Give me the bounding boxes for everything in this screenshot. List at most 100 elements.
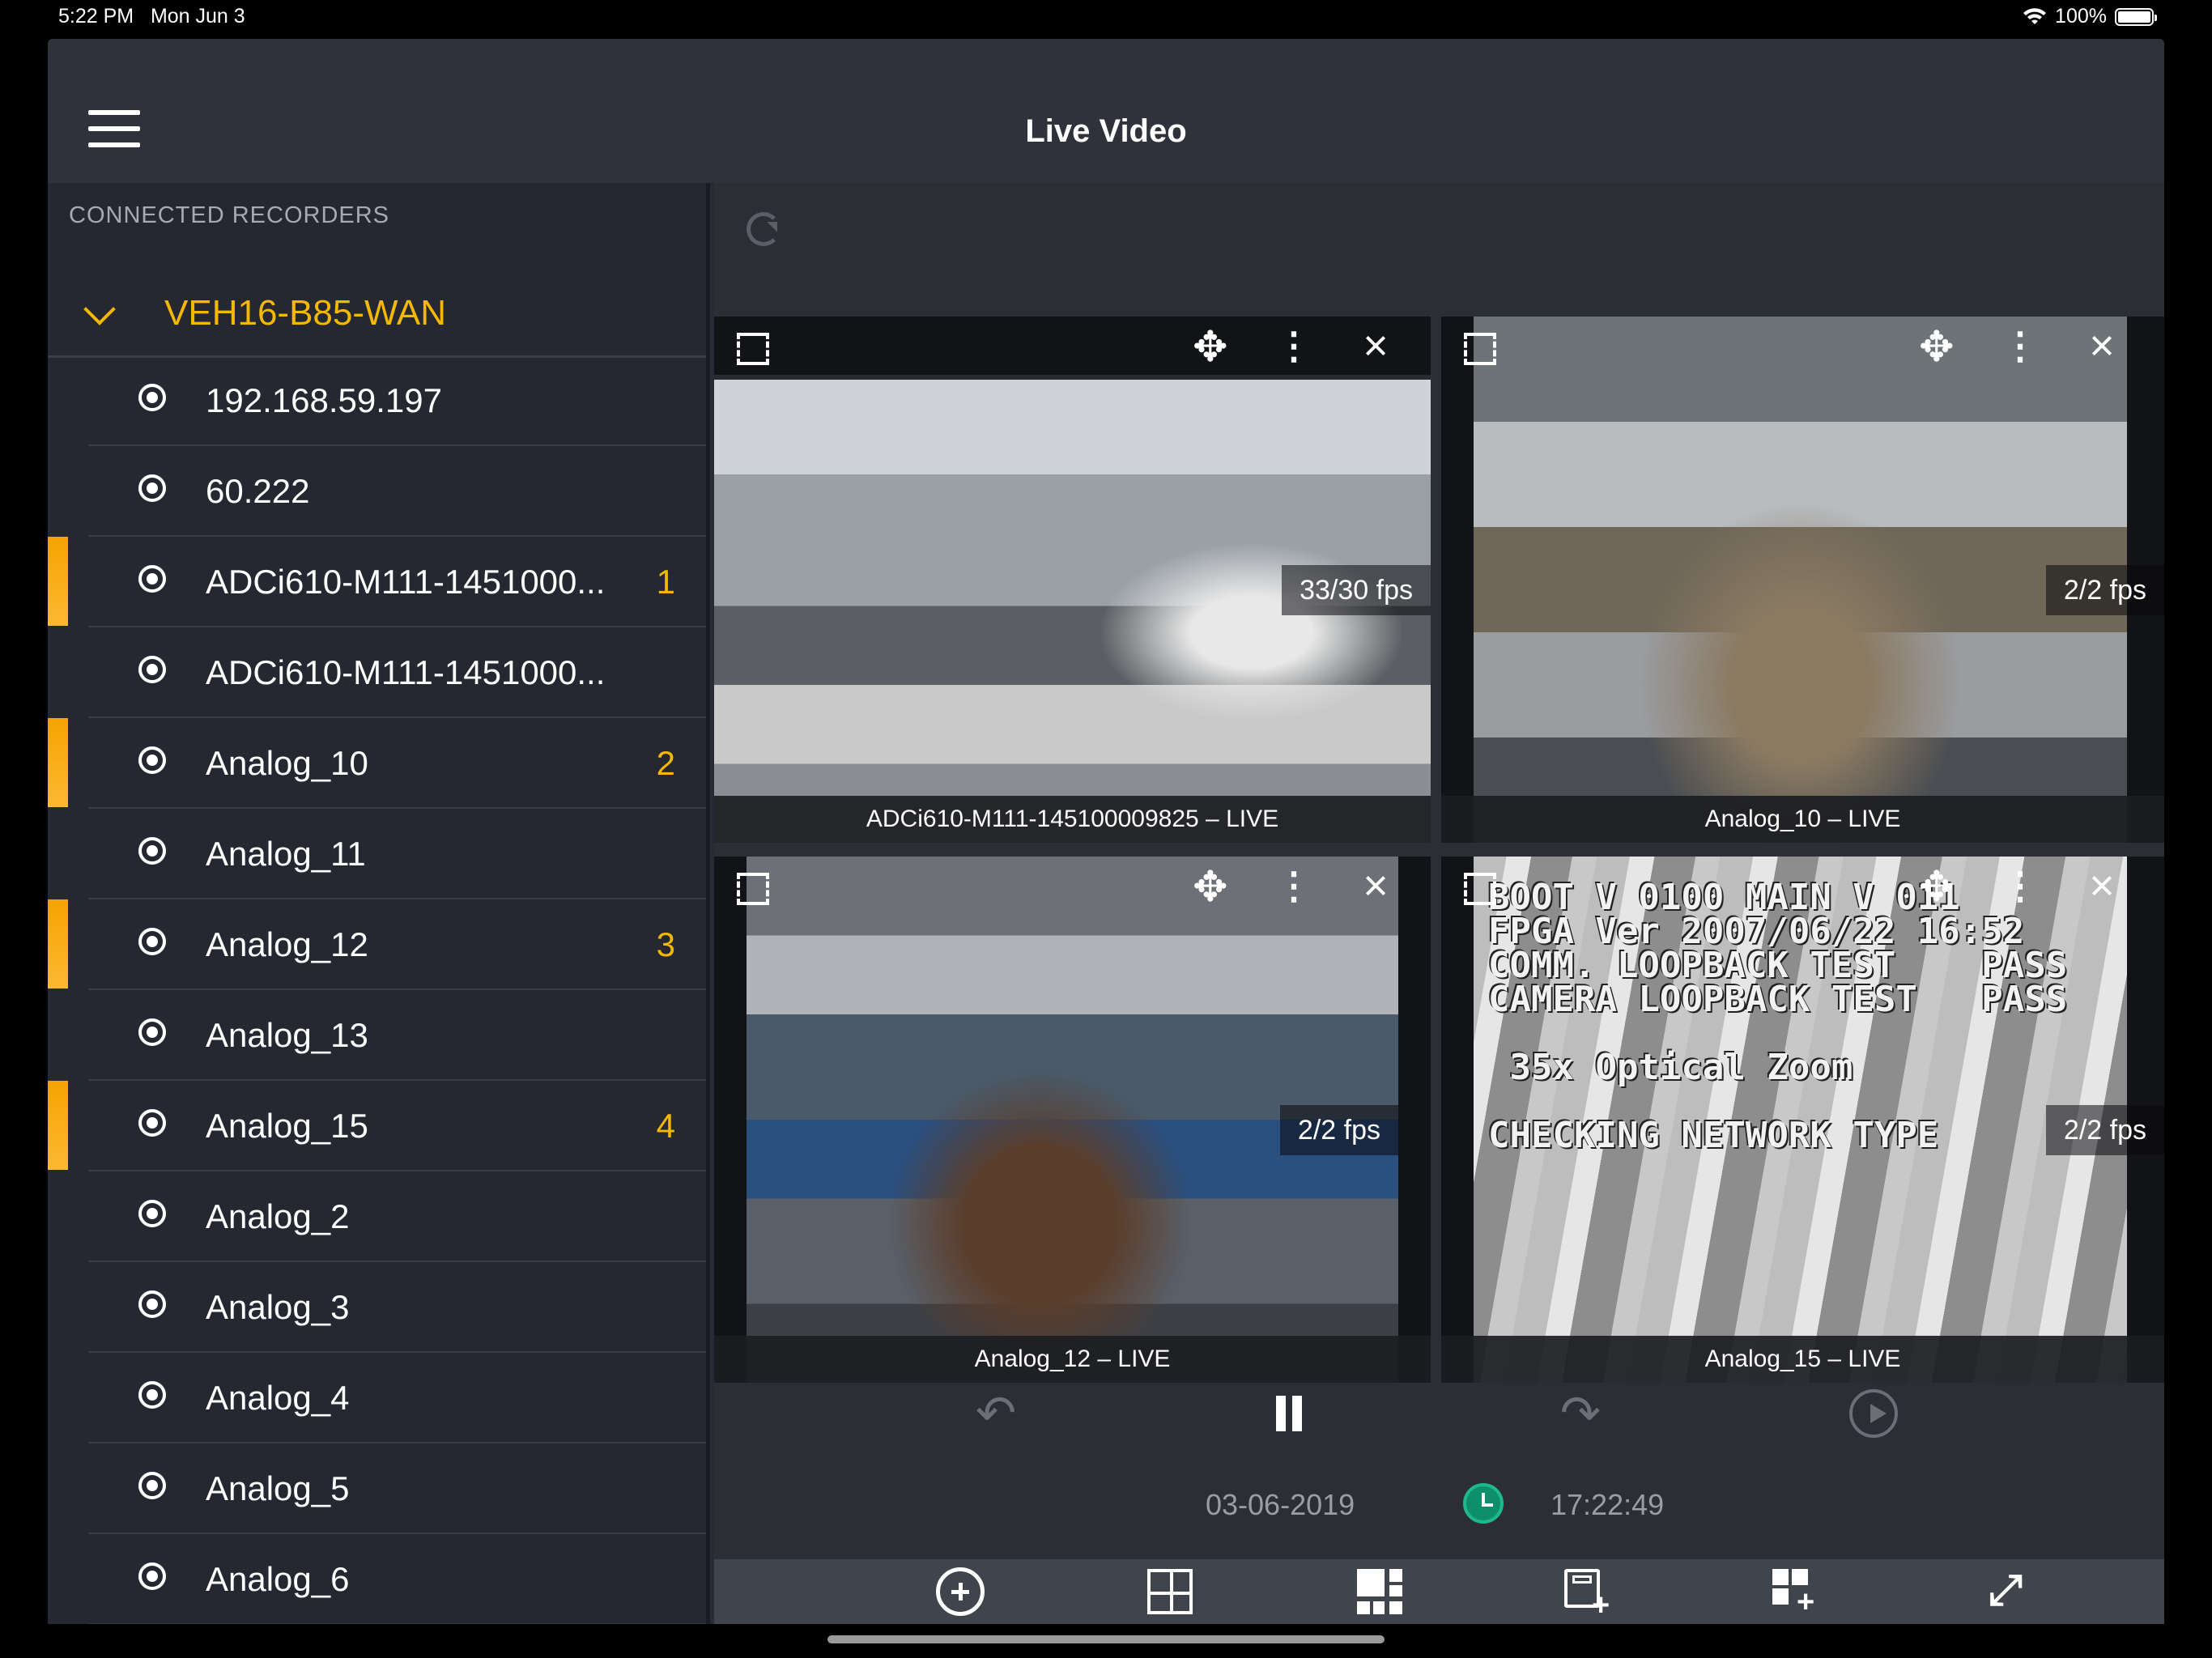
battery-percent: 100%: [2055, 5, 2107, 28]
selected-indicator: [48, 1081, 68, 1170]
camera-name: Analog_4: [206, 1379, 350, 1417]
list-item[interactable]: Analog_10 2: [48, 718, 706, 809]
close-icon[interactable]: ×: [1359, 864, 1393, 908]
slot-number: 3: [656, 925, 675, 963]
pause-icon[interactable]: [1265, 1389, 1313, 1438]
camera-list: 192.168.59.197 60.222 ADCi610-M111-14510…: [48, 355, 706, 1624]
list-item[interactable]: Analog_11: [48, 809, 706, 899]
camera-name: 60.222: [206, 472, 310, 510]
battery-icon: [2115, 7, 2157, 26]
radio-icon: [138, 837, 166, 865]
more-vertical-icon[interactable]: ⋮: [1275, 327, 1312, 364]
timeline: 03-06-2019 17:22:49: [714, 1480, 2164, 1528]
play-circle-icon[interactable]: [1849, 1389, 1898, 1438]
video-tile[interactable]: ✥ ⋮ × 2/2 fps Analog_12 – LIVE: [714, 857, 1431, 1383]
radio-icon: [138, 1290, 166, 1318]
tile-toolbar: [1441, 317, 2164, 375]
radio-icon: [138, 474, 166, 502]
close-icon[interactable]: ×: [2085, 324, 2119, 368]
list-item[interactable]: Analog_5: [48, 1443, 706, 1534]
more-vertical-icon[interactable]: ⋮: [1275, 867, 1312, 904]
header: Live Video: [48, 39, 2164, 183]
slot-number: 4: [656, 1107, 675, 1145]
radio-icon: [138, 1562, 166, 1590]
camera-name: Analog_2: [206, 1197, 350, 1235]
slot-number: 1: [656, 563, 675, 601]
selected-indicator: [48, 718, 68, 807]
playback-controls: ↶ ↷: [714, 1373, 2164, 1454]
forward-icon[interactable]: ↷: [1556, 1389, 1605, 1438]
camera-name: Analog_5: [206, 1469, 350, 1507]
add-circle-icon[interactable]: [936, 1567, 985, 1616]
more-vertical-icon[interactable]: ⋮: [2001, 867, 2039, 904]
fullscreen-icon[interactable]: ⤢: [1981, 1567, 2030, 1616]
list-item[interactable]: Analog_15 4: [48, 1081, 706, 1171]
camera-name: Analog_6: [206, 1560, 350, 1598]
list-item[interactable]: Analog_2: [48, 1171, 706, 1262]
list-item[interactable]: Analog_6: [48, 1534, 706, 1624]
home-indicator[interactable]: [827, 1635, 1385, 1643]
radio-icon: [138, 746, 166, 774]
radio-icon: [138, 928, 166, 955]
layout-icon[interactable]: [1357, 1569, 1402, 1614]
radio-icon: [138, 1472, 166, 1499]
selected-indicator: [48, 899, 68, 988]
move-icon[interactable]: ✥: [1919, 326, 1955, 368]
clock-icon[interactable]: [1463, 1483, 1504, 1524]
recorder-name: VEH16-B85-WAN: [164, 293, 447, 333]
list-item[interactable]: Analog_13: [48, 990, 706, 1081]
camera-name: ADCi610-M111-1451000...: [206, 563, 606, 601]
video-area: ✥ ⋮ × 33/30 fps ADCi610-M111-14510000982…: [714, 183, 2164, 1624]
list-item[interactable]: Analog_3: [48, 1262, 706, 1353]
chevron-down-icon[interactable]: [83, 293, 116, 325]
wifi-icon: [2023, 7, 2047, 24]
add-grid-icon[interactable]: +: [1772, 1569, 1814, 1618]
camera-name: Analog_11: [206, 835, 366, 873]
expand-icon[interactable]: [737, 333, 769, 365]
list-item[interactable]: Analog_4: [48, 1353, 706, 1443]
radio-icon: [138, 1018, 166, 1046]
radio-icon: [138, 1200, 166, 1227]
playback-date[interactable]: 03-06-2019: [1206, 1488, 1355, 1522]
video-tile[interactable]: ✥ ⋮ × 33/30 fps ADCi610-M111-14510000982…: [714, 317, 1431, 843]
move-icon[interactable]: ✥: [1919, 866, 1955, 908]
move-icon[interactable]: ✥: [1193, 866, 1228, 908]
playback-time[interactable]: 17:22:49: [1551, 1488, 1664, 1522]
tile-toolbar: [714, 317, 1431, 375]
fps-label: 2/2 fps: [2045, 1105, 2164, 1155]
fps-label: 33/30 fps: [1282, 565, 1431, 615]
sidebar: CONNECTED RECORDERS VEH16-B85-WAN 192.16…: [48, 183, 710, 1624]
refresh-icon[interactable]: [747, 212, 781, 246]
video-tile[interactable]: ✥ ⋮ × 2/2 fps Analog_10 – LIVE: [1441, 317, 2164, 843]
move-icon[interactable]: ✥: [1193, 326, 1228, 368]
expand-icon[interactable]: [1464, 873, 1496, 905]
close-icon[interactable]: ×: [1359, 324, 1393, 368]
radio-icon: [138, 565, 166, 593]
list-item[interactable]: ADCi610-M111-1451000...: [48, 627, 706, 718]
expand-icon[interactable]: [737, 873, 769, 905]
list-item[interactable]: Analog_12 3: [48, 899, 706, 990]
fps-label: 2/2 fps: [2045, 565, 2164, 615]
grid-icon[interactable]: [1147, 1569, 1193, 1614]
radio-icon: [138, 1109, 166, 1137]
status-right: 100%: [2023, 5, 2157, 28]
radio-icon: [138, 384, 166, 411]
list-item[interactable]: ADCi610-M111-1451000... 1: [48, 537, 706, 627]
video-tile[interactable]: BOOT V 0100 MAIN V 011 FPGA Ver 2007/06/…: [1441, 857, 2164, 1383]
save-layout-icon[interactable]: +: [1564, 1569, 1610, 1621]
close-icon[interactable]: ×: [2085, 864, 2119, 908]
radio-icon: [138, 656, 166, 683]
slot-number: 2: [656, 744, 675, 782]
video-feed[interactable]: [1474, 317, 2127, 843]
selected-indicator: [48, 537, 68, 626]
expand-icon[interactable]: [1464, 333, 1496, 365]
list-item[interactable]: 60.222: [48, 446, 706, 537]
osd-text: BOOT V 0100 MAIN V 011 FPGA Ver 2007/06/…: [1488, 877, 2068, 1156]
camera-name: Analog_15: [206, 1107, 368, 1145]
list-item[interactable]: 192.168.59.197: [48, 355, 706, 446]
recorder-row[interactable]: VEH16-B85-WAN: [48, 272, 706, 358]
rewind-icon[interactable]: ↶: [972, 1389, 1020, 1438]
fps-label: 2/2 fps: [1279, 1105, 1398, 1155]
more-vertical-icon[interactable]: ⋮: [2001, 327, 2039, 364]
camera-name: Analog_10: [206, 744, 368, 782]
